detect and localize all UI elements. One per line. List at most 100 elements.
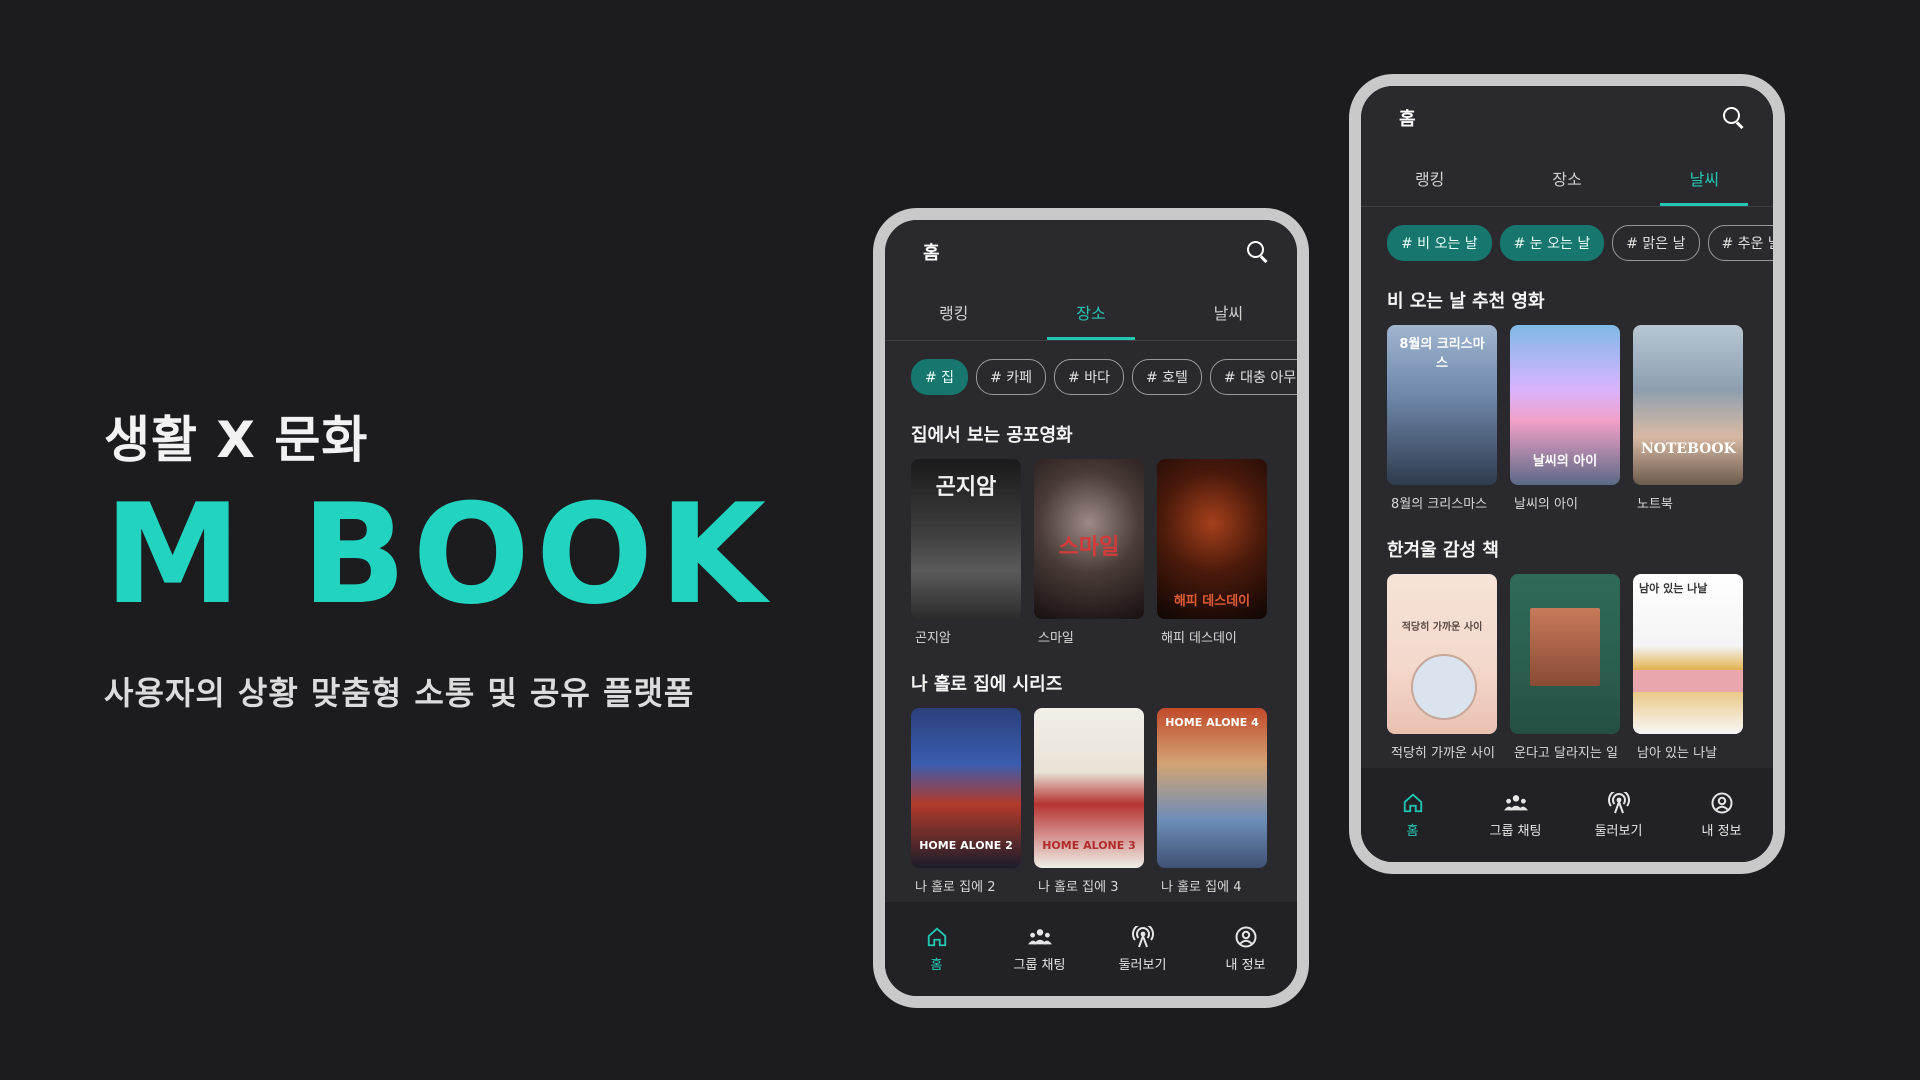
chip-cold-day[interactable]: # 추운 날 — [1707, 225, 1773, 261]
chip-sea[interactable]: # 바다 — [1054, 359, 1124, 395]
book-cover-3: 남아 있는 나날 — [1633, 574, 1743, 734]
movie-card[interactable]: HOME ALONE 3 나 홀로 집에 3 — [1034, 708, 1144, 895]
phone-mockup-place: 홈 랭킹 장소 날씨 # 집 # 카페 # 바다 # 호텔 # 대충 아무 곳 … — [873, 208, 1309, 1008]
bottom-nav: 홈 그룹 채팅 둘러보기 내 정보 — [1361, 768, 1773, 862]
poster-august-christmas: 8월의 크리스마스 — [1387, 325, 1497, 485]
poster-home-alone-3: HOME ALONE 3 — [1034, 708, 1144, 868]
section-title: 나 홀로 집에 시리즈 — [911, 674, 1063, 695]
book-caption: 적당히 가까운 사이 — [1391, 746, 1495, 761]
section-title: 비 오는 날 추천 영화 — [1387, 291, 1545, 312]
chip-cafe[interactable]: # 카페 — [976, 359, 1047, 395]
filter-chips: # 집 # 카페 # 바다 # 호텔 # 대충 아무 곳 — [885, 341, 1297, 395]
section-rainy-movies: 비 오는 날 추천 영화 8월의 크리스마스 8월의 크리스마스 날씨의 아이 … — [1361, 287, 1773, 512]
poster-gonjiam: 곤지암 — [911, 459, 1021, 619]
nav-explore[interactable]: 둘러보기 — [1091, 902, 1194, 996]
nav-my-info[interactable]: 내 정보 — [1670, 768, 1773, 862]
poster-home-alone-2: HOME ALONE 2 — [911, 708, 1021, 868]
chip-clear-day[interactable]: # 맑은 날 — [1612, 225, 1700, 261]
page-title: 홈 — [923, 243, 940, 264]
movie-card[interactable]: 스마일 스마일 — [1034, 459, 1144, 646]
tab-ranking[interactable]: 랭킹 — [885, 284, 1022, 340]
broadcast-icon — [1131, 925, 1155, 948]
book-caption: 운다고 달라지는 일 — [1514, 746, 1618, 761]
broadcast-icon — [1607, 791, 1631, 814]
tab-place[interactable]: 장소 — [1498, 150, 1635, 206]
search-icon[interactable] — [1721, 105, 1747, 131]
chip-anywhere[interactable]: # 대충 아무 곳 — [1209, 359, 1297, 395]
book-cover-1: 적당히 가까운 사이 — [1387, 574, 1497, 734]
nav-group-chat[interactable]: 그룹 채팅 — [1464, 768, 1567, 862]
home-icon — [926, 926, 948, 948]
movie-card[interactable]: 날씨의 아이 날씨의 아이 — [1510, 325, 1620, 512]
section-title: 한겨울 감성 책 — [1387, 540, 1499, 561]
chip-home[interactable]: # 집 — [911, 359, 969, 395]
nav-group-chat[interactable]: 그룹 채팅 — [988, 902, 1091, 996]
poster-weathering-with-you: 날씨의 아이 — [1510, 325, 1620, 485]
book-card[interactable]: 운다고 달라지는 일 — [1510, 574, 1620, 761]
book-card[interactable]: 적당히 가까운 사이 적당히 가까운 사이 — [1387, 574, 1497, 761]
nav-label: 그룹 채팅 — [1489, 823, 1542, 839]
home-icon — [1402, 792, 1424, 814]
profile-icon — [1235, 926, 1257, 948]
nav-label: 내 정보 — [1225, 957, 1266, 973]
movie-card[interactable]: 8월의 크리스마스 8월의 크리스마스 — [1387, 325, 1497, 512]
movie-caption: 나 홀로 집에 2 — [915, 880, 996, 895]
profile-icon — [1711, 792, 1733, 814]
hero: 생활 X 문화 M BOOK 사용자의 상황 맞춤형 소통 및 공유 플랫폼 — [104, 400, 772, 714]
chip-hotel[interactable]: # 호텔 — [1131, 359, 1202, 395]
movie-caption: 나 홀로 집에 4 — [1161, 880, 1242, 895]
poster-notebook: NOTEBOOK — [1633, 325, 1743, 485]
group-chat-icon — [1027, 926, 1052, 948]
poster-happy-death-day: 해피 데스데이 — [1157, 459, 1267, 619]
movie-card[interactable]: 해피 데스데이 해피 데스데이 — [1157, 459, 1267, 646]
nav-explore[interactable]: 둘러보기 — [1567, 768, 1670, 862]
poster-home-alone-4: HOME ALONE 4 — [1157, 708, 1267, 868]
chip-snowy-day[interactable]: # 눈 오는 날 — [1499, 225, 1605, 261]
tab-weather[interactable]: 날씨 — [1636, 150, 1773, 206]
nav-home[interactable]: 홈 — [1361, 768, 1464, 862]
movie-caption: 날씨의 아이 — [1514, 497, 1578, 512]
movie-caption: 나 홀로 집에 3 — [1038, 880, 1119, 895]
group-chat-icon — [1503, 792, 1528, 814]
nav-my-info[interactable]: 내 정보 — [1194, 902, 1297, 996]
section-home-alone: 나 홀로 집에 시리즈 HOME ALONE 2 나 홀로 집에 2 HOME … — [885, 670, 1297, 895]
section-title: 집에서 보는 공포영화 — [911, 425, 1073, 446]
movie-card[interactable]: NOTEBOOK 노트북 — [1633, 325, 1743, 512]
movie-caption: 8월의 크리스마스 — [1391, 497, 1488, 512]
movie-caption: 해피 데스데이 — [1161, 631, 1237, 646]
nav-label: 내 정보 — [1701, 823, 1742, 839]
nav-label: 홈 — [1406, 823, 1419, 839]
tab-place[interactable]: 장소 — [1022, 284, 1159, 340]
movie-card[interactable]: HOME ALONE 4 나 홀로 집에 4 — [1157, 708, 1267, 895]
tab-weather[interactable]: 날씨 — [1160, 284, 1297, 340]
hero-tagline: 생활 X 문화 — [104, 411, 369, 469]
category-tabs: 랭킹 장소 날씨 — [1361, 150, 1773, 207]
bottom-nav: 홈 그룹 채팅 둘러보기 내 정보 — [885, 902, 1297, 996]
movie-card[interactable]: HOME ALONE 2 나 홀로 집에 2 — [911, 708, 1021, 895]
section-horror: 집에서 보는 공포영화 곤지암 곤지암 스마일 스마일 해피 데스데이 해피 데… — [885, 421, 1297, 646]
movie-caption: 스마일 — [1038, 631, 1074, 646]
brand-logo: M BOOK — [104, 474, 773, 635]
section-winter-books: 한겨울 감성 책 적당히 가까운 사이 적당히 가까운 사이 운다고 달라지는 … — [1361, 536, 1773, 761]
filter-chips: # 비 오는 날 # 눈 오는 날 # 맑은 날 # 추운 날 — [1361, 207, 1773, 261]
app-screen: 홈 랭킹 장소 날씨 # 비 오는 날 # 눈 오는 날 # 맑은 날 # 추운… — [1361, 86, 1773, 862]
book-cover-2 — [1510, 574, 1620, 734]
search-icon[interactable] — [1245, 239, 1271, 265]
nav-label: 둘러보기 — [1118, 957, 1167, 973]
phone-mockup-weather: 홈 랭킹 장소 날씨 # 비 오는 날 # 눈 오는 날 # 맑은 날 # 추운… — [1349, 74, 1785, 874]
book-caption: 남아 있는 나날 — [1637, 746, 1718, 761]
app-topbar: 홈 — [885, 220, 1297, 284]
category-tabs: 랭킹 장소 날씨 — [885, 284, 1297, 341]
poster-smile: 스마일 — [1034, 459, 1144, 619]
chip-rainy-day[interactable]: # 비 오는 날 — [1387, 225, 1492, 261]
nav-home[interactable]: 홈 — [885, 902, 988, 996]
movie-caption: 곤지암 — [915, 631, 951, 646]
tab-ranking[interactable]: 랭킹 — [1361, 150, 1498, 206]
app-topbar: 홈 — [1361, 86, 1773, 150]
book-card[interactable]: 남아 있는 나날 남아 있는 나날 — [1633, 574, 1743, 761]
page-title: 홈 — [1399, 109, 1416, 130]
nav-label: 그룹 채팅 — [1013, 957, 1066, 973]
movie-card[interactable]: 곤지암 곤지암 — [911, 459, 1021, 646]
nav-label: 둘러보기 — [1594, 823, 1643, 839]
movie-caption: 노트북 — [1637, 497, 1673, 512]
